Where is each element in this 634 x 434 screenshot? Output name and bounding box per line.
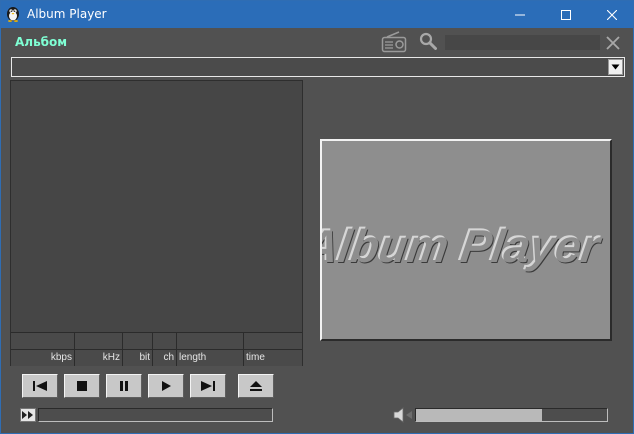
chevron-down-icon: [611, 64, 620, 70]
minimize-icon: [515, 10, 525, 20]
bit-depth-label: bit: [123, 350, 153, 366]
pause-icon: [120, 381, 128, 391]
window-title: Album Player: [27, 7, 107, 21]
eject-icon: [250, 381, 262, 391]
maximize-button[interactable]: [543, 1, 589, 28]
penguin-app-icon: [5, 6, 21, 22]
time-label: time: [246, 352, 265, 363]
info-cell: [153, 333, 177, 349]
play-icon: [162, 381, 171, 391]
eject-button[interactable]: [238, 374, 274, 398]
dropdown-button[interactable]: [608, 59, 623, 75]
svg-text:Album Player: Album Player: [322, 220, 606, 272]
close-button[interactable]: [589, 1, 634, 28]
volume-fill: [416, 409, 543, 421]
stop-icon: [77, 381, 87, 391]
bitrate-label: kbps: [11, 350, 75, 366]
info-cell: [177, 333, 244, 349]
next-icon: [201, 381, 215, 391]
play-button[interactable]: [148, 374, 184, 398]
info-cell: [75, 333, 123, 349]
track-info-row: kbps kHz bit ch length time: [11, 349, 302, 366]
next-button[interactable]: [190, 374, 226, 398]
info-cell: [11, 333, 75, 349]
previous-icon: [33, 381, 47, 391]
clear-search-icon[interactable]: [605, 35, 621, 51]
album-label: Альбом: [15, 35, 68, 49]
minimize-button[interactable]: [497, 1, 543, 28]
info-cell: [244, 333, 302, 349]
search-input[interactable]: [445, 35, 600, 50]
close-icon: [607, 9, 617, 20]
track-list[interactable]: kbps kHz bit ch length time: [10, 80, 303, 366]
previous-button[interactable]: [22, 374, 58, 398]
album-art: Album Player Album Player Album Player: [320, 139, 612, 341]
title-bar[interactable]: Album Player: [1, 1, 633, 28]
player-client-area: Альбом kbps kHz bit ch length time Album…: [1, 28, 633, 433]
length-label: length: [177, 350, 244, 366]
radio-icon[interactable]: [381, 31, 407, 53]
pause-button[interactable]: [106, 374, 142, 398]
search-icon[interactable]: [419, 32, 437, 50]
sample-rate-label: kHz: [75, 350, 123, 366]
stop-button[interactable]: [64, 374, 100, 398]
volume-slider[interactable]: [415, 408, 608, 422]
fast-forward-icon[interactable]: [20, 408, 36, 422]
album-player-logo: Album Player Album Player Album Player: [322, 218, 607, 273]
info-cell: [123, 333, 153, 349]
seek-bar[interactable]: [38, 408, 273, 422]
channels-label: ch: [153, 350, 177, 366]
volume-icon[interactable]: [393, 407, 413, 423]
app-window: Album Player Альбом kbps kHz bit ch leng…: [0, 0, 634, 434]
track-info-row: [11, 332, 302, 349]
track-list-area[interactable]: [11, 81, 302, 331]
album-select[interactable]: [11, 57, 625, 77]
maximize-icon: [561, 9, 571, 20]
